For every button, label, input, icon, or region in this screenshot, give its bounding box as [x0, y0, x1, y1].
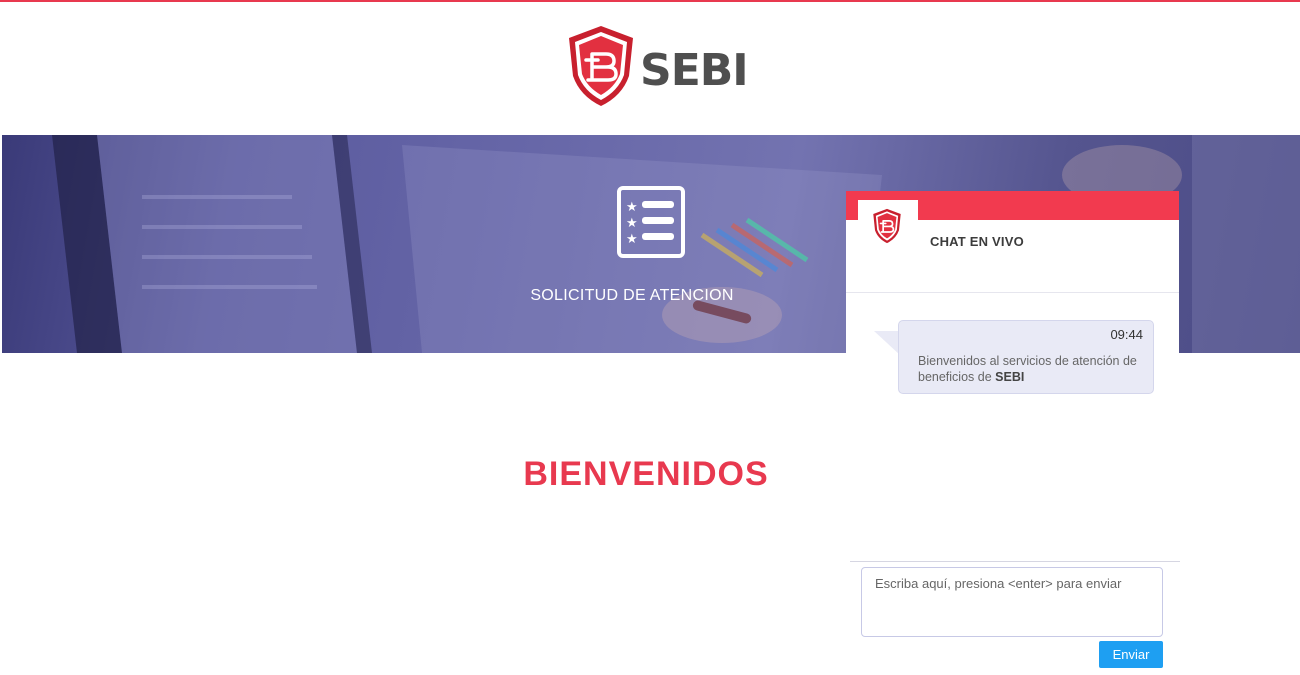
- chat-widget: CHAT EN VIVO 09:44 Bienvenidos al servic…: [846, 191, 1180, 675]
- svg-text:★: ★: [626, 216, 638, 231]
- hero-title: SOLICITUD DE ATENCION: [530, 287, 734, 304]
- message-time: 09:44: [1110, 327, 1143, 342]
- shield-icon: [569, 26, 633, 106]
- brand-logo[interactable]: SEBI: [566, 24, 749, 108]
- top-accent-line: [0, 0, 1300, 2]
- checklist-icon: ★ ★ ★: [617, 186, 685, 258]
- chat-shield-icon: [873, 208, 901, 244]
- svg-text:★: ★: [626, 232, 638, 247]
- chat-message-bubble: 09:44 Bienvenidos al servicios de atenci…: [898, 320, 1154, 394]
- message-text-body: Bienvenidos al servicios de atención de …: [918, 354, 1137, 384]
- page-title: BIENVENIDOS: [523, 455, 769, 493]
- message-bubble-tail: [874, 331, 900, 355]
- svg-text:★: ★: [626, 200, 638, 215]
- chat-divider: [846, 292, 1179, 293]
- chat-input-divider: [850, 561, 1180, 562]
- chat-message-input[interactable]: [861, 567, 1163, 637]
- message-text-brand: SEBI: [995, 370, 1025, 384]
- brand-name: SEBI: [640, 45, 749, 96]
- message-text: Bienvenidos al servicios de atención de …: [918, 353, 1150, 385]
- send-button[interactable]: Enviar: [1099, 641, 1163, 668]
- chat-title: CHAT EN VIVO: [930, 234, 1024, 249]
